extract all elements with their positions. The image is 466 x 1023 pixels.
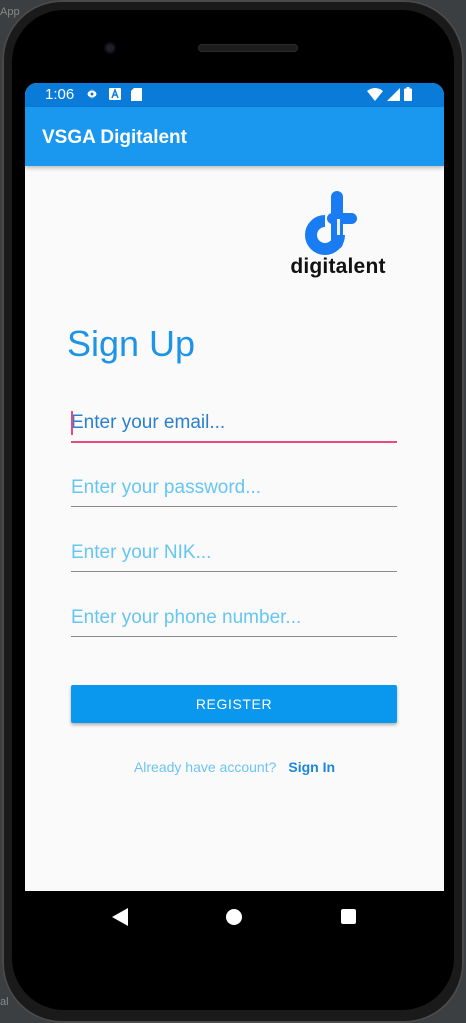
page-title: Sign Up [67, 323, 196, 364]
navigation-bar [25, 891, 444, 943]
sd-card-icon [131, 87, 142, 101]
back-icon[interactable] [112, 908, 128, 926]
phone-field[interactable] [71, 600, 397, 637]
text-cursor [71, 411, 73, 435]
signin-prompt: Already have account? [133, 759, 277, 775]
digitalent-logo-mark [305, 191, 357, 255]
status-bar: 1:06 [25, 83, 444, 107]
signin-row: Already have account? Sign In [25, 759, 444, 775]
status-icons-right [367, 87, 412, 101]
app-screen: 1:06 VSGA Digitalent digitalent Sign Up … [25, 83, 444, 891]
status-time: 1:06 [45, 86, 75, 103]
password-field[interactable] [71, 470, 397, 507]
cell-signal-icon [387, 87, 400, 101]
battery-icon [404, 87, 412, 101]
nik-field[interactable] [71, 535, 397, 572]
editor-edge-label-bottom: al [0, 996, 9, 1008]
settings-gear-icon [86, 88, 98, 100]
nik-input[interactable] [71, 539, 397, 567]
email-input[interactable] [71, 409, 397, 437]
home-icon[interactable] [226, 909, 242, 925]
status-icons-left [85, 87, 142, 101]
signin-link[interactable]: Sign In [288, 759, 335, 775]
earpiece-speaker [198, 44, 298, 52]
editor-edge-label-top: App [0, 6, 20, 18]
recents-icon[interactable] [341, 909, 356, 924]
email-field[interactable] [71, 405, 397, 443]
front-camera [104, 42, 116, 54]
password-input[interactable] [71, 474, 397, 502]
notification-a-icon [109, 88, 121, 100]
logo-wordmark: digitalent [290, 255, 386, 278]
phone-input[interactable] [71, 604, 397, 632]
wifi-icon [367, 87, 383, 101]
register-button[interactable]: REGISTER [71, 685, 397, 723]
app-title: VSGA Digitalent [42, 127, 187, 148]
app-bar: VSGA Digitalent [25, 107, 444, 166]
digitalent-logo: digitalent [283, 189, 393, 285]
